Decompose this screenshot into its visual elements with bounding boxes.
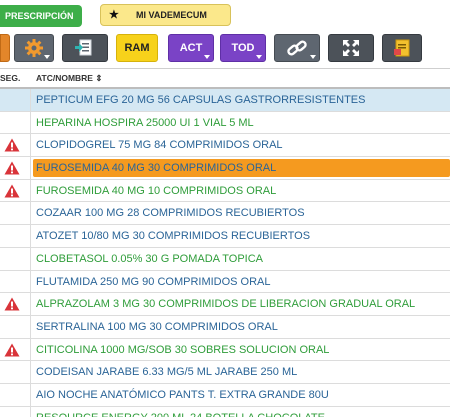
medication-name[interactable]: COZAAR 100 MG 28 COMPRIMIDOS RECUBIERTOS	[36, 202, 450, 224]
prescripcion-button[interactable]: PRESCRIPCIÓN	[0, 5, 82, 27]
column-header-atc-nombre[interactable]: ATC/NOMBRE ⇕	[36, 69, 102, 88]
star-icon: ★	[109, 9, 119, 21]
gear-icon	[25, 39, 43, 57]
mi-vademecum-button[interactable]: ★ MI VADEMECUM	[100, 4, 231, 26]
chevron-down-icon	[310, 55, 316, 59]
report-button[interactable]	[382, 34, 422, 62]
toolbar-button-partial[interactable]	[0, 34, 10, 62]
fullscreen-icon	[343, 40, 359, 56]
table-row[interactable]: ATOZET 10/80 MG 30 COMPRIMIDOS RECUBIERT…	[0, 225, 450, 248]
transfer-list-icon	[75, 39, 92, 56]
medication-name[interactable]: AIO NOCHE ANATÓMICO PANTS T. EXTRA GRAND…	[36, 384, 450, 406]
seg-cell	[0, 383, 31, 406]
medication-name[interactable]: PEPTICUM EFG 20 MG 56 CAPSULAS GASTRORRE…	[36, 89, 450, 111]
warning-icon[interactable]	[4, 343, 20, 357]
medication-name[interactable]: RESOURCE ENERGY 200 ML 24 BOTELLA CHOCOL…	[36, 407, 450, 417]
table-row[interactable]: FLUTAMIDA 250 MG 90 COMPRIMIDOS ORAL	[0, 270, 450, 294]
ram-button[interactable]: RAM	[116, 34, 158, 62]
medication-name[interactable]: CLOPIDOGREL 75 MG 84 COMPRIMIDOS ORAL	[36, 134, 450, 156]
medication-name[interactable]: ALPRAZOLAM 3 MG 30 COMPRIMIDOS DE LIBERA…	[36, 293, 450, 315]
act-label: ACT	[179, 42, 203, 54]
tod-dropdown[interactable]: TOD	[220, 34, 266, 62]
medication-name[interactable]: FUROSEMIDA 40 MG 10 COMPRIMIDOS ORAL	[36, 180, 450, 202]
warning-icon[interactable]	[4, 184, 20, 198]
table-row[interactable]: ALPRAZOLAM 3 MG 30 COMPRIMIDOS DE LIBERA…	[0, 293, 450, 316]
medication-name[interactable]: ATOZET 10/80 MG 30 COMPRIMIDOS RECUBIERT…	[36, 225, 450, 247]
seg-cell	[0, 315, 31, 338]
medication-name[interactable]: FLUTAMIDA 250 MG 90 COMPRIMIDOS ORAL	[36, 271, 450, 293]
warning-icon[interactable]	[4, 138, 20, 152]
seg-cell	[0, 179, 31, 202]
report-icon	[394, 39, 410, 57]
act-dropdown[interactable]: ACT	[168, 34, 214, 62]
column-header-seg[interactable]: SEG.	[0, 69, 20, 88]
chevron-down-icon	[256, 55, 262, 59]
table-row[interactable]: AIO NOCHE ANATÓMICO PANTS T. EXTRA GRAND…	[0, 383, 450, 407]
link-icon	[287, 40, 307, 56]
warning-icon[interactable]	[4, 161, 20, 175]
seg-cell	[0, 89, 31, 111]
table-row[interactable]: CITICOLINA 1000 MG/SOB 30 SOBRES SOLUCIO…	[0, 338, 450, 362]
table-row[interactable]: PEPTICUM EFG 20 MG 56 CAPSULAS GASTRORRE…	[0, 89, 450, 112]
medication-name[interactable]: CLOBETASOL 0.05% 30 G POMADA TOPICA	[36, 248, 450, 270]
medication-name[interactable]: FUROSEMIDA 40 MG 30 COMPRIMIDOS ORAL	[33, 159, 450, 178]
tod-label: TOD	[231, 42, 255, 54]
chevron-down-icon	[204, 55, 210, 59]
seg-cell	[0, 406, 31, 417]
toolbar: RAM ACT TOD	[0, 34, 450, 64]
chevron-down-icon	[44, 55, 50, 59]
seg-cell	[0, 338, 31, 361]
seg-cell	[0, 293, 31, 315]
link-button[interactable]	[274, 34, 320, 62]
mi-vademecum-label: MI VADEMECUM	[136, 10, 207, 20]
table-body: PEPTICUM EFG 20 MG 56 CAPSULAS GASTRORRE…	[0, 89, 450, 417]
medication-table: SEG. ATC/NOMBRE ⇕ PEPTICUM EFG 20 MG 56 …	[0, 68, 450, 417]
table-row[interactable]: HEPARINA HOSPIRA 25000 UI 1 VIAL 5 ML	[0, 111, 450, 135]
table-row[interactable]: COZAAR 100 MG 28 COMPRIMIDOS RECUBIERTOS	[0, 202, 450, 226]
fullscreen-button[interactable]	[328, 34, 374, 62]
seg-cell	[0, 202, 31, 225]
top-bar: PRESCRIPCIÓN ★ MI VADEMECUM	[0, 0, 450, 32]
table-row[interactable]: SERTRALINA 100 MG 30 COMPRIMIDOS ORAL	[0, 315, 450, 339]
settings-button[interactable]	[14, 34, 54, 62]
medication-name[interactable]: CODEISAN JARABE 6.33 MG/5 ML JARABE 250 …	[36, 361, 450, 383]
seg-cell	[0, 111, 31, 134]
table-row[interactable]: FUROSEMIDA 40 MG 30 COMPRIMIDOS ORAL	[0, 157, 450, 180]
transfer-list-button[interactable]	[62, 34, 108, 62]
medication-name[interactable]: CITICOLINA 1000 MG/SOB 30 SOBRES SOLUCIO…	[36, 339, 450, 361]
medication-name[interactable]: HEPARINA HOSPIRA 25000 UI 1 VIAL 5 ML	[36, 112, 450, 134]
seg-cell	[0, 361, 31, 383]
table-header: SEG. ATC/NOMBRE ⇕	[0, 68, 450, 89]
seg-cell	[0, 157, 31, 179]
medication-name[interactable]: SERTRALINA 100 MG 30 COMPRIMIDOS ORAL	[36, 316, 450, 338]
table-row[interactable]: CLOBETASOL 0.05% 30 G POMADA TOPICA	[0, 247, 450, 271]
ram-label: RAM	[124, 42, 150, 54]
seg-cell	[0, 247, 31, 270]
table-row[interactable]: RESOURCE ENERGY 200 ML 24 BOTELLA CHOCOL…	[0, 406, 450, 417]
seg-cell	[0, 270, 31, 293]
seg-cell	[0, 225, 31, 247]
warning-icon[interactable]	[4, 297, 20, 311]
table-row[interactable]: CLOPIDOGREL 75 MG 84 COMPRIMIDOS ORAL	[0, 134, 450, 158]
table-row[interactable]: FUROSEMIDA 40 MG 10 COMPRIMIDOS ORAL	[0, 179, 450, 203]
table-row[interactable]: CODEISAN JARABE 6.33 MG/5 ML JARABE 250 …	[0, 361, 450, 384]
seg-cell	[0, 134, 31, 157]
